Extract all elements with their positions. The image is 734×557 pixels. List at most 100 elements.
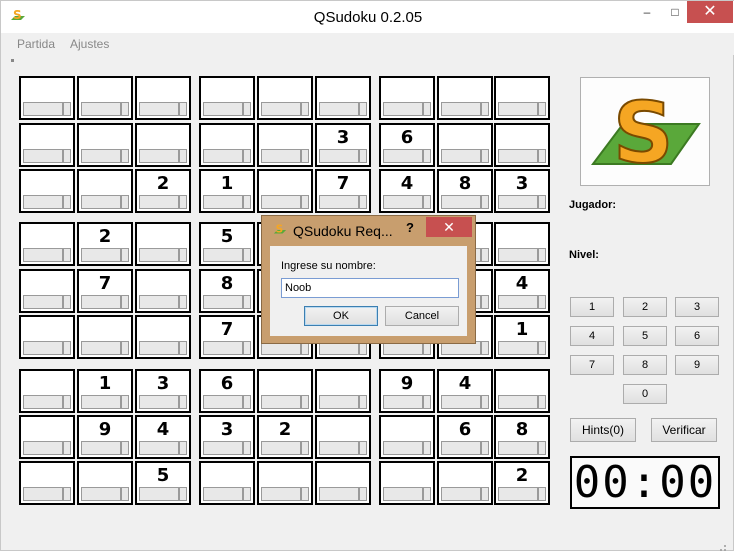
sudoku-cell[interactable] — [77, 76, 133, 120]
sudoku-cell[interactable]: 6 — [437, 415, 493, 459]
sudoku-cell[interactable]: 7 — [315, 169, 371, 213]
cell-notes-field[interactable] — [81, 341, 121, 355]
key-2-button[interactable]: 2 — [623, 297, 667, 317]
cell-notes-field[interactable] — [139, 195, 179, 209]
cell-notes-button[interactable] — [243, 149, 251, 163]
cell-notes-button[interactable] — [481, 441, 489, 455]
key-1-button[interactable]: 1 — [570, 297, 614, 317]
cell-notes-field[interactable] — [81, 395, 121, 409]
verify-button[interactable]: Verificar — [651, 418, 717, 442]
cell-notes-field[interactable] — [139, 295, 179, 309]
cell-notes-button[interactable] — [63, 149, 71, 163]
sudoku-cell[interactable] — [257, 76, 313, 120]
cell-notes-field[interactable] — [319, 102, 359, 116]
cell-notes-button[interactable] — [121, 149, 129, 163]
cell-notes-button[interactable] — [359, 441, 367, 455]
sudoku-cell[interactable]: 1 — [494, 315, 550, 359]
cell-notes-button[interactable] — [121, 395, 129, 409]
sudoku-cell[interactable] — [494, 222, 550, 266]
sudoku-cell[interactable]: 6 — [199, 369, 255, 413]
name-input[interactable]: Noob — [281, 278, 459, 298]
sudoku-cell[interactable] — [77, 123, 133, 167]
cell-notes-field[interactable] — [81, 295, 121, 309]
cell-notes-button[interactable] — [538, 487, 546, 501]
sudoku-cell[interactable] — [437, 76, 493, 120]
sudoku-cell[interactable] — [437, 461, 493, 505]
hints-button[interactable]: Hints(0) — [570, 418, 636, 442]
key-9-button[interactable]: 9 — [675, 355, 719, 375]
cell-notes-button[interactable] — [423, 195, 431, 209]
cell-notes-field[interactable] — [261, 441, 301, 455]
cell-notes-field[interactable] — [23, 295, 63, 309]
sudoku-cell[interactable]: 1 — [199, 169, 255, 213]
cell-notes-field[interactable] — [81, 248, 121, 262]
cell-notes-field[interactable] — [203, 149, 243, 163]
cell-notes-field[interactable] — [23, 395, 63, 409]
cell-notes-button[interactable] — [243, 487, 251, 501]
cell-notes-field[interactable] — [383, 102, 423, 116]
cell-notes-field[interactable] — [261, 195, 301, 209]
sudoku-cell[interactable] — [77, 169, 133, 213]
cell-notes-button[interactable] — [359, 487, 367, 501]
sudoku-cell[interactable]: 9 — [77, 415, 133, 459]
menu-partida[interactable]: Partida — [17, 37, 55, 51]
sudoku-cell[interactable] — [135, 222, 191, 266]
cell-notes-button[interactable] — [121, 195, 129, 209]
sudoku-cell[interactable]: 3 — [199, 415, 255, 459]
cell-notes-field[interactable] — [203, 395, 243, 409]
cell-notes-field[interactable] — [383, 487, 423, 501]
sudoku-cell[interactable]: 4 — [437, 369, 493, 413]
cell-notes-button[interactable] — [301, 102, 309, 116]
cell-notes-button[interactable] — [423, 441, 431, 455]
cell-notes-button[interactable] — [301, 487, 309, 501]
sudoku-cell[interactable]: 5 — [199, 222, 255, 266]
sudoku-cell[interactable] — [494, 123, 550, 167]
cell-notes-field[interactable] — [139, 487, 179, 501]
sudoku-cell[interactable]: 3 — [135, 369, 191, 413]
cell-notes-field[interactable] — [23, 195, 63, 209]
sudoku-cell[interactable] — [199, 76, 255, 120]
cell-notes-field[interactable] — [441, 487, 481, 501]
cell-notes-field[interactable] — [81, 149, 121, 163]
menu-ajustes[interactable]: Ajustes — [70, 37, 109, 51]
cell-notes-button[interactable] — [179, 441, 187, 455]
sudoku-cell[interactable]: 1 — [77, 369, 133, 413]
cell-notes-button[interactable] — [121, 441, 129, 455]
cell-notes-field[interactable] — [319, 149, 359, 163]
cell-notes-button[interactable] — [121, 248, 129, 262]
cell-notes-button[interactable] — [243, 295, 251, 309]
cell-notes-button[interactable] — [481, 295, 489, 309]
cell-notes-button[interactable] — [121, 487, 129, 501]
cell-notes-button[interactable] — [301, 195, 309, 209]
cell-notes-field[interactable] — [203, 248, 243, 262]
resize-grip-icon[interactable] — [717, 539, 727, 551]
cell-notes-button[interactable] — [301, 149, 309, 163]
cell-notes-button[interactable] — [243, 341, 251, 355]
cell-notes-field[interactable] — [319, 441, 359, 455]
cell-notes-field[interactable] — [23, 248, 63, 262]
sudoku-cell[interactable] — [135, 76, 191, 120]
cell-notes-button[interactable] — [423, 149, 431, 163]
sudoku-cell[interactable]: 6 — [379, 123, 435, 167]
cell-notes-field[interactable] — [441, 149, 481, 163]
cell-notes-field[interactable] — [139, 102, 179, 116]
cell-notes-field[interactable] — [498, 102, 538, 116]
sudoku-cell[interactable]: 7 — [77, 269, 133, 313]
cell-notes-field[interactable] — [498, 441, 538, 455]
cell-notes-button[interactable] — [179, 395, 187, 409]
cell-notes-button[interactable] — [121, 102, 129, 116]
sudoku-cell[interactable] — [315, 369, 371, 413]
cell-notes-button[interactable] — [63, 395, 71, 409]
sudoku-cell[interactable] — [19, 415, 75, 459]
cell-notes-button[interactable] — [179, 295, 187, 309]
cell-notes-button[interactable] — [359, 149, 367, 163]
cell-notes-button[interactable] — [538, 195, 546, 209]
cell-notes-button[interactable] — [179, 487, 187, 501]
sudoku-cell[interactable] — [315, 461, 371, 505]
cell-notes-field[interactable] — [203, 487, 243, 501]
cell-notes-button[interactable] — [423, 395, 431, 409]
cell-notes-field[interactable] — [81, 487, 121, 501]
sudoku-cell[interactable] — [19, 461, 75, 505]
sudoku-cell[interactable] — [257, 461, 313, 505]
sudoku-cell[interactable]: 2 — [135, 169, 191, 213]
